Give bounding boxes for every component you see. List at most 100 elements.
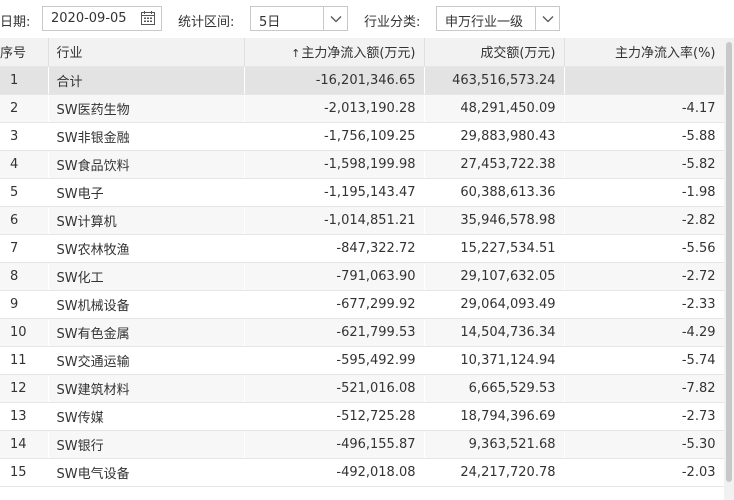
table-header-row: 序号 行业 ↑主力净流入额(万元) 成交额(万元) 主力净流入率(%): [0, 38, 724, 67]
cell-index: 1: [0, 66, 49, 95]
chevron-down-icon[interactable]: [323, 7, 347, 30]
cell-net-inflow: -521,016.08: [244, 374, 425, 403]
table-row[interactable]: 9 SW机械设备 -677,299.92 29,064,093.49 -2.33: [0, 290, 724, 319]
range-label: 统计区间:: [178, 15, 235, 30]
range-value[interactable]: 5日: [259, 11, 280, 30]
sort-ascending-icon[interactable]: ↑: [291, 47, 300, 60]
scrollbar-thumb[interactable]: [726, 42, 732, 482]
date-value[interactable]: 2020-09-05: [51, 11, 127, 26]
cell-turnover: 29,107,632.05: [424, 262, 565, 291]
cell-net-inflow-rate: -5.30: [564, 430, 724, 459]
category-label: 行业分类:: [364, 15, 421, 30]
table-row[interactable]: 7 SW农林牧渔 -847,322.72 15,227,534.51 -5.56: [0, 234, 724, 263]
table-row[interactable]: 11 SW交通运输 -595,492.99 10,371,124.94 -5.74: [0, 346, 724, 375]
cell-index: 11: [0, 346, 49, 375]
cell-industry: SW传媒: [48, 402, 245, 431]
header-index[interactable]: 序号: [0, 38, 49, 67]
calendar-icon[interactable]: [140, 10, 156, 30]
cell-industry: SW电子: [48, 178, 245, 207]
cell-net-inflow-rate: -2.82: [564, 206, 724, 235]
cell-turnover: 6,665,529.53: [424, 374, 565, 403]
cell-net-inflow: -496,155.87: [244, 430, 425, 459]
cell-net-inflow: -1,598,199.98: [244, 150, 425, 179]
cell-industry: 合计: [48, 66, 245, 95]
header-net-inflow-rate[interactable]: 主力净流入率(%): [564, 38, 724, 67]
cell-net-inflow: -677,299.92: [244, 290, 425, 319]
table-row[interactable]: 13 SW传媒 -512,725.28 18,794,396.69 -2.73: [0, 402, 724, 431]
cell-net-inflow-rate: -5.56: [564, 234, 724, 263]
cell-index: 8: [0, 262, 49, 291]
table-row[interactable]: 14 SW银行 -496,155.87 9,363,521.68 -5.30: [0, 430, 724, 459]
cell-industry: SW建筑材料: [48, 374, 245, 403]
cell-index: 3: [0, 122, 49, 151]
cell-net-inflow-rate: -2.73: [564, 402, 724, 431]
header-net-inflow[interactable]: ↑主力净流入额(万元): [244, 38, 425, 67]
cell-turnover: 60,388,613.36: [424, 178, 565, 207]
table-row[interactable]: 10 SW有色金属 -621,799.53 14,504,736.34 -4.29: [0, 318, 724, 347]
cell-index: 4: [0, 150, 49, 179]
cell-turnover: 14,504,736.34: [424, 318, 565, 347]
cell-industry: SW计算机: [48, 206, 245, 235]
cell-net-inflow: -16,201,346.65: [244, 66, 425, 95]
cell-index: 5: [0, 178, 49, 207]
cell-turnover: 29,883,980.43: [424, 122, 565, 151]
cell-index: 9: [0, 290, 49, 319]
cell-net-inflow: -847,322.72: [244, 234, 425, 263]
table-row[interactable]: 15 SW电气设备 -492,018.08 24,217,720.78 -2.03: [0, 458, 724, 487]
cell-net-inflow: -2,013,190.28: [244, 94, 425, 123]
cell-net-inflow-rate: -2.33: [564, 290, 724, 319]
cell-index: 10: [0, 318, 49, 347]
filter-toolbar: 日期: 2020-09-05 统计区间: 5日 行业分类: 申万行业一级: [0, 0, 734, 38]
cell-net-inflow-rate: -1.98: [564, 178, 724, 207]
cell-industry: SW银行: [48, 430, 245, 459]
cell-turnover: 9,363,521.68: [424, 430, 565, 459]
cell-turnover: 29,064,093.49: [424, 290, 565, 319]
cell-net-inflow: -1,756,109.25: [244, 122, 425, 151]
range-select[interactable]: 5日: [250, 6, 348, 31]
table-row[interactable]: 3 SW非银金融 -1,756,109.25 29,883,980.43 -5.88: [0, 122, 724, 151]
cell-net-inflow-rate: -5.74: [564, 346, 724, 375]
date-picker[interactable]: 2020-09-05: [42, 6, 162, 31]
header-industry[interactable]: 行业: [48, 38, 245, 67]
cell-turnover: 27,453,722.38: [424, 150, 565, 179]
cell-turnover: 35,946,578.98: [424, 206, 565, 235]
cell-turnover: 24,217,720.78: [424, 458, 565, 487]
table-row[interactable]: 5 SW电子 -1,195,143.47 60,388,613.36 -1.98: [0, 178, 724, 207]
cell-index: 15: [0, 458, 49, 487]
cell-net-inflow-rate: -4.29: [564, 318, 724, 347]
cell-index: 12: [0, 374, 49, 403]
table-row[interactable]: 8 SW化工 -791,063.90 29,107,632.05 -2.72: [0, 262, 724, 291]
cell-net-inflow-rate: -7.82: [564, 374, 724, 403]
table-row[interactable]: 12 SW建筑材料 -521,016.08 6,665,529.53 -7.82: [0, 374, 724, 403]
category-select[interactable]: 申万行业一级: [436, 6, 560, 31]
table-row[interactable]: 2 SW医药生物 -2,013,190.28 48,291,450.09 -4.17: [0, 94, 724, 123]
chevron-down-icon[interactable]: [535, 7, 559, 30]
cell-net-inflow: -621,799.53: [244, 318, 425, 347]
cell-turnover: 18,794,396.69: [424, 402, 565, 431]
cell-net-inflow-rate: -5.88: [564, 122, 724, 151]
cell-industry: SW化工: [48, 262, 245, 291]
cell-net-inflow: -1,014,851.21: [244, 206, 425, 235]
cell-net-inflow: -791,063.90: [244, 262, 425, 291]
category-value[interactable]: 申万行业一级: [445, 11, 523, 30]
table-row-total[interactable]: 1 合计 -16,201,346.65 463,516,573.24: [0, 66, 724, 95]
cell-index: 7: [0, 234, 49, 263]
table-row[interactable]: 4 SW食品饮料 -1,598,199.98 27,453,722.38 -5.82: [0, 150, 724, 179]
cell-industry: SW有色金属: [48, 318, 245, 347]
cell-industry: SW农林牧渔: [48, 234, 245, 263]
cell-industry: SW交通运输: [48, 346, 245, 375]
cell-net-inflow-rate: -2.03: [564, 458, 724, 487]
cell-industry: SW电气设备: [48, 458, 245, 487]
cell-net-inflow-rate: -4.17: [564, 94, 724, 123]
cell-net-inflow: -492,018.08: [244, 458, 425, 487]
vertical-scrollbar[interactable]: [724, 38, 734, 500]
table-row[interactable]: 6 SW计算机 -1,014,851.21 35,946,578.98 -2.82: [0, 206, 724, 235]
cell-industry: SW机械设备: [48, 290, 245, 319]
cell-industry: SW非银金融: [48, 122, 245, 151]
cell-industry: SW医药生物: [48, 94, 245, 123]
header-net-inflow-label[interactable]: 主力净流入额(万元): [301, 46, 415, 61]
cell-net-inflow: -1,195,143.47: [244, 178, 425, 207]
header-turnover[interactable]: 成交额(万元): [424, 38, 565, 67]
cell-net-inflow-rate: [564, 66, 724, 95]
cell-turnover: 10,371,124.94: [424, 346, 565, 375]
